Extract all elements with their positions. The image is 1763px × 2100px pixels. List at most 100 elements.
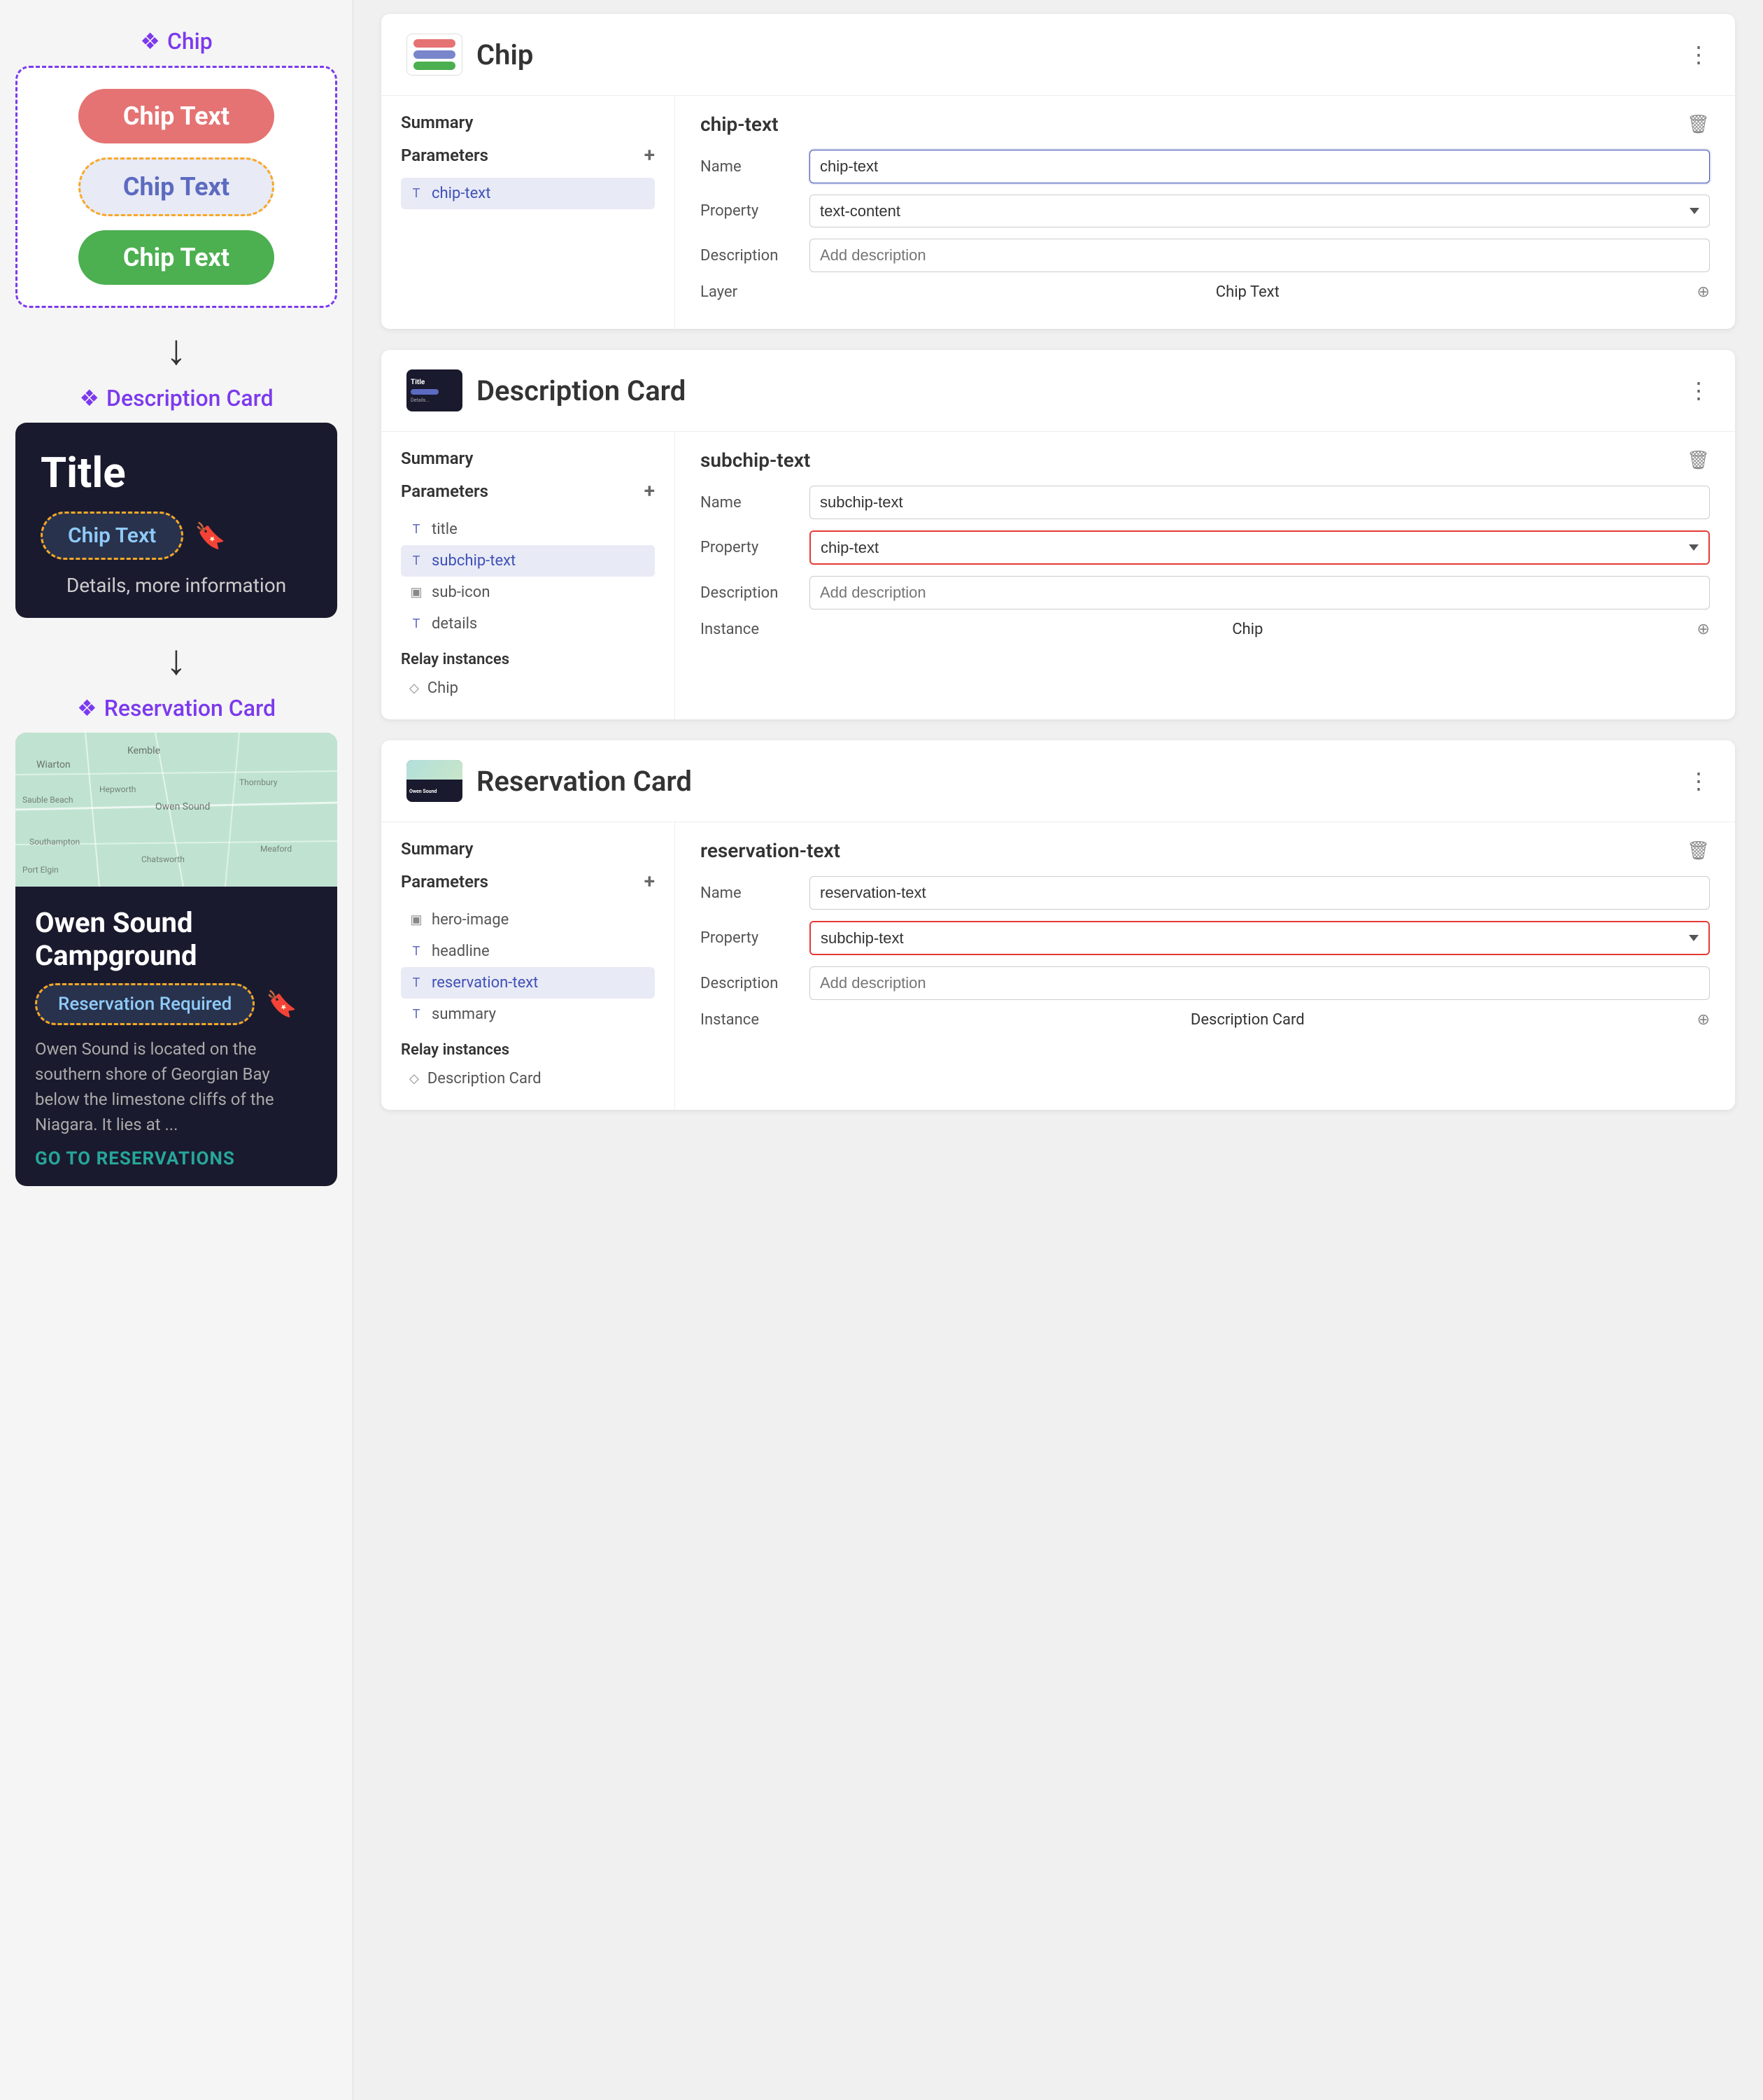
chip-layer-label: Layer xyxy=(700,283,798,301)
res-param-res-text-icon: T xyxy=(409,975,423,990)
res-params-label: Parameters + xyxy=(401,870,655,893)
res-name-input[interactable] xyxy=(809,876,1710,910)
diamond-icon: ❖ xyxy=(140,28,160,55)
res-form-header: reservation-text 🗑 xyxy=(700,839,1710,862)
desc-add-param-button[interactable]: + xyxy=(644,479,655,502)
res-param-summary-icon: T xyxy=(409,1007,423,1022)
chip-card-header: Chip ⋮ xyxy=(381,14,1735,96)
desc-instance-target-icon[interactable]: ⊕ xyxy=(1697,621,1710,638)
svg-text:Southampton: Southampton xyxy=(29,837,80,847)
chip-param-chip-text[interactable]: T chip-text xyxy=(401,178,655,209)
desc-more-button[interactable]: ⋮ xyxy=(1687,377,1710,404)
chip-params-label: Parameters + xyxy=(401,143,655,167)
res-chip-row: Reservation Required 🔖 xyxy=(35,983,318,1025)
desc-card-header: Title Details... Description Card ⋮ xyxy=(381,350,1735,432)
chip-description-input[interactable] xyxy=(809,239,1710,272)
chip-layer-target-icon[interactable]: ⊕ xyxy=(1697,283,1710,301)
res-col-right: reservation-text 🗑 Name Property subchip… xyxy=(675,822,1735,1110)
desc-property-select[interactable]: chip-text xyxy=(811,532,1708,563)
desc-relay-label: Relay instances xyxy=(401,651,655,668)
desc-param-subicon[interactable]: ▣ sub-icon xyxy=(401,577,655,608)
desc-name-input[interactable] xyxy=(809,486,1710,519)
res-param-summary[interactable]: T summary xyxy=(401,999,655,1030)
res-name-label: Name xyxy=(700,885,798,902)
res-card-box: Wiarton Kemble Sauble Beach Hepworth Owe… xyxy=(15,733,337,1186)
desc-card-title-row: Title Details... Description Card xyxy=(406,369,686,411)
res-property-select-wrap: subchip-text xyxy=(809,921,1710,955)
desc-relay-icon: ◇ xyxy=(409,681,419,696)
desc-card-box: Title Chip Text 🔖 Details, more informat… xyxy=(15,423,337,618)
svg-text:Meaford: Meaford xyxy=(260,844,292,854)
res-description-row: Description xyxy=(700,966,1710,1000)
desc-param-title[interactable]: T title xyxy=(401,514,655,545)
go-reservations[interactable]: GO TO RESERVATIONS xyxy=(35,1148,318,1169)
desc-property-select-wrap: chip-text xyxy=(809,530,1710,565)
chip-card-name: Chip xyxy=(476,38,533,71)
res-bookmark-icon: 🔖 xyxy=(266,989,297,1019)
desc-section-title: ❖ Description Card xyxy=(79,385,273,411)
arrow-down-1: ↓ xyxy=(166,329,187,371)
desc-col-left: Summary Parameters + T title T subchip-t… xyxy=(381,432,675,719)
svg-text:Wiarton: Wiarton xyxy=(36,759,71,770)
res-property-select[interactable]: subchip-text xyxy=(811,922,1708,954)
map-svg: Wiarton Kemble Sauble Beach Hepworth Owe… xyxy=(15,733,337,887)
desc-description-input[interactable] xyxy=(809,576,1710,609)
res-instance-target-icon[interactable]: ⊕ xyxy=(1697,1011,1710,1029)
res-col-left: Summary Parameters + ▣ hero-image T head… xyxy=(381,822,675,1110)
chip-form-param-name: chip-text xyxy=(700,113,779,136)
desc-param-title-icon: T xyxy=(409,522,423,537)
desc-param-details[interactable]: T details xyxy=(401,608,655,640)
res-thumb-map xyxy=(406,760,462,780)
chip-summary-label: Summary xyxy=(401,113,655,132)
desc-card-name: Description Card xyxy=(476,374,686,407)
res-add-param-button[interactable]: + xyxy=(644,870,655,893)
chip-blue-dashed: Chip Text xyxy=(78,157,274,216)
chip-layer-value: Chip Text xyxy=(1216,283,1280,301)
desc-property-row: Property chip-text xyxy=(700,530,1710,565)
res-description-input[interactable] xyxy=(809,966,1710,1000)
res-relay-desc-card: ◇ Description Card xyxy=(401,1064,655,1093)
desc-description-label: Description xyxy=(700,584,798,602)
chip-green: Chip Text xyxy=(78,230,274,285)
chip-name-input[interactable] xyxy=(809,150,1710,183)
desc-param-subchip[interactable]: T subchip-text xyxy=(401,545,655,577)
desc-instance-value: Chip xyxy=(1232,621,1263,638)
desc-instance-row: Instance Chip ⊕ xyxy=(700,621,1710,638)
chip-add-param-button[interactable]: + xyxy=(644,143,655,167)
desc-thumb-title: Title xyxy=(411,379,425,386)
chip-trash-button[interactable]: 🗑 xyxy=(1687,114,1710,135)
diamond-icon-3: ❖ xyxy=(77,695,97,721)
map-area: Wiarton Kemble Sauble Beach Hepworth Owe… xyxy=(15,733,337,887)
res-section-label: Reservation Card xyxy=(104,695,276,721)
res-param-hero[interactable]: ▣ hero-image xyxy=(401,904,655,936)
res-trash-button[interactable]: 🗑 xyxy=(1687,840,1710,861)
chip-card-body: Summary Parameters + T chip-text chip-te… xyxy=(381,96,1735,329)
right-panel: Chip ⋮ Summary Parameters + T chip-text … xyxy=(353,0,1763,2100)
desc-summary-label: Summary xyxy=(401,449,655,468)
res-property-row: Property subchip-text xyxy=(700,921,1710,955)
desc-card-chip-row: Chip Text 🔖 xyxy=(41,512,312,560)
res-instance-value: Description Card xyxy=(1191,1011,1305,1029)
chip-form-header: chip-text 🗑 xyxy=(700,113,1710,136)
desc-instance-label: Instance xyxy=(700,621,798,638)
res-param-headline-icon: T xyxy=(409,944,423,959)
desc-form-header: subchip-text 🗑 xyxy=(700,449,1710,472)
res-param-headline[interactable]: T headline xyxy=(401,936,655,967)
desc-params-label: Parameters + xyxy=(401,479,655,502)
svg-text:Sauble Beach: Sauble Beach xyxy=(22,795,73,805)
res-chip-text: Reservation Required xyxy=(35,983,255,1025)
chip-more-button[interactable]: ⋮ xyxy=(1687,41,1710,68)
res-description-label: Description xyxy=(700,975,798,992)
desc-name-label: Name xyxy=(700,494,798,512)
res-more-button[interactable]: ⋮ xyxy=(1687,768,1710,794)
chip-property-select[interactable]: text-content xyxy=(809,195,1710,227)
bookmark-icon: 🔖 xyxy=(194,521,226,551)
desc-param-subicon-icon: ▣ xyxy=(409,585,423,600)
svg-text:Port Elgin: Port Elgin xyxy=(22,865,59,875)
desc-card-details: Details, more information xyxy=(41,574,312,597)
desc-trash-button[interactable]: 🗑 xyxy=(1687,450,1710,471)
chip-description-label: Description xyxy=(700,247,798,265)
desc-name-row: Name xyxy=(700,486,1710,519)
res-param-reservation-text[interactable]: T reservation-text xyxy=(401,967,655,999)
res-card-header: Owen Sound Reservation Card ⋮ xyxy=(381,740,1735,822)
